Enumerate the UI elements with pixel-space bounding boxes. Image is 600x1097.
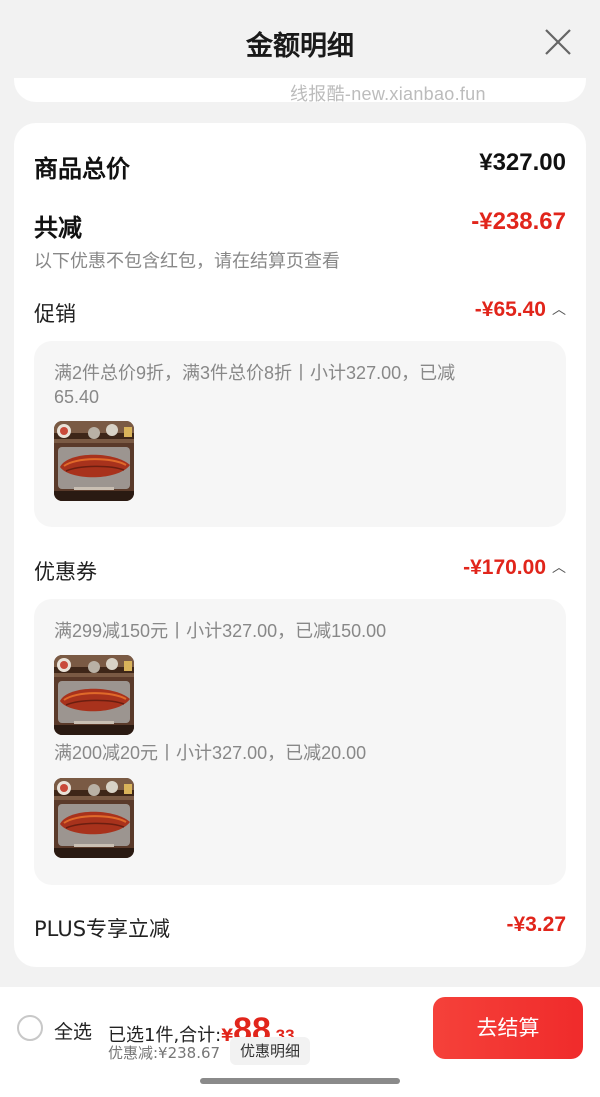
discount-text: 优惠减:¥238.67 xyxy=(108,1044,221,1062)
plus-label: PLUS专享立减 xyxy=(34,917,171,941)
watermark-text: 线报酷-new.xianbao.fun xyxy=(290,84,486,104)
eel-product-thumbnail xyxy=(54,421,134,501)
chevron-up-icon[interactable]: ︿ xyxy=(552,299,566,319)
coupon-value-wrap: -¥170.00 ︿ xyxy=(463,556,566,580)
product-thumbnail[interactable] xyxy=(54,778,134,858)
coupon-label: 优惠券 xyxy=(34,560,97,584)
select-all-checkbox[interactable] xyxy=(17,1015,43,1041)
select-all-label[interactable]: 全选 xyxy=(54,1017,92,1044)
plus-row: PLUS专享立减 -¥3.27 xyxy=(34,913,566,943)
product-thumbnail[interactable] xyxy=(54,421,134,501)
close-button[interactable] xyxy=(540,24,576,60)
promotion-detail-box: 满2件总价9折，满3件总价8折丨小计327.00，已减 65.40 xyxy=(34,341,566,527)
eel-product-thumbnail xyxy=(54,778,134,858)
price-detail-card: 商品总价 ¥327.00 共减 -¥238.67 以下优惠不包含红包，请在结算页… xyxy=(14,123,586,967)
eel-product-thumbnail xyxy=(54,655,134,735)
total-reduction-row: 共减 -¥238.67 xyxy=(34,208,566,243)
promotion-detail-line2: 65.40 xyxy=(54,387,100,407)
reduction-note: 以下优惠不包含红包，请在结算页查看 xyxy=(34,251,340,272)
plus-value: -¥3.27 xyxy=(506,913,566,936)
coupon-item-text: 满299减150元丨小计327.00，已减150.00 xyxy=(54,621,387,641)
close-icon xyxy=(545,29,571,55)
promotion-label: 促销 xyxy=(34,302,76,326)
total-reduction-value: -¥238.67 xyxy=(471,208,566,235)
coupon-value: -¥170.00 xyxy=(463,556,546,579)
price-detail-button[interactable]: 优惠明细 xyxy=(230,1037,311,1065)
chevron-up-icon[interactable]: ︿ xyxy=(552,557,566,577)
product-thumbnail[interactable] xyxy=(54,655,134,735)
sheet-header: 金额明细 xyxy=(0,0,600,84)
total-reduction-label: 共减 xyxy=(34,214,82,242)
home-indicator xyxy=(200,1078,400,1084)
total-price-value: ¥327.00 xyxy=(479,149,566,176)
total-price-label: 商品总价 xyxy=(34,155,130,183)
coupon-detail-box: 满299减150元丨小计327.00，已减150.00 满200减20元丨小计3… xyxy=(34,599,566,885)
promotion-value: -¥65.40 xyxy=(474,298,546,321)
coupon-item-text: 满200减20元丨小计327.00，已减20.00 xyxy=(54,743,367,763)
checkout-button[interactable]: 去结算 xyxy=(433,997,583,1059)
total-price-row: 商品总价 ¥327.00 xyxy=(34,149,566,184)
page-title: 金额明细 xyxy=(246,31,354,62)
promotion-detail-line1: 满2件总价9折，满3件总价8折丨小计327.00，已减 xyxy=(54,363,456,383)
promotion-value-wrap: -¥65.40 ︿ xyxy=(475,298,566,322)
coupon-row[interactable]: 优惠券 -¥170.00 ︿ xyxy=(34,556,566,586)
promotion-row[interactable]: 促销 -¥65.40 ︿ xyxy=(34,298,566,328)
